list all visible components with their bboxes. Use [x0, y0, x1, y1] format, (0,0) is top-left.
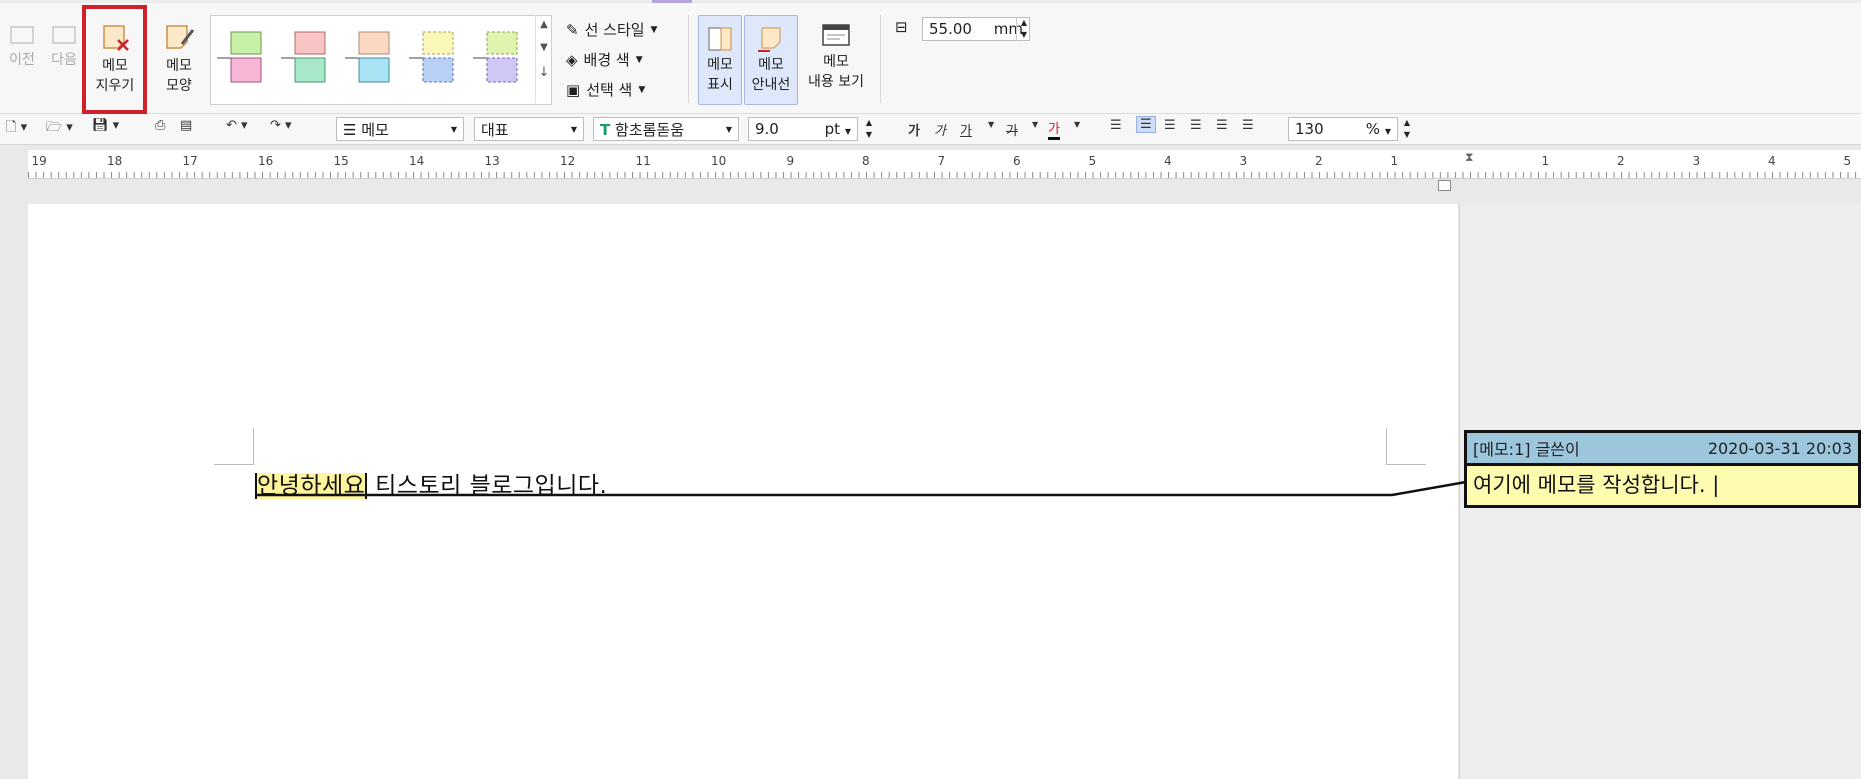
memo-box[interactable]: [메모:1] 글쓴이 2020-03-31 20:03 여기에 메모를 작성합니…	[1464, 430, 1861, 508]
memo-author: [메모:1] 글쓴이	[1473, 440, 1580, 459]
memo-date: 2020-03-31 20:03	[1707, 438, 1852, 458]
memo-body[interactable]: 여기에 메모를 작성합니다. |	[1467, 466, 1858, 502]
memo-header: [메모:1] 글쓴이 2020-03-31 20:03	[1467, 433, 1858, 466]
memo-guide-line	[256, 480, 1467, 497]
